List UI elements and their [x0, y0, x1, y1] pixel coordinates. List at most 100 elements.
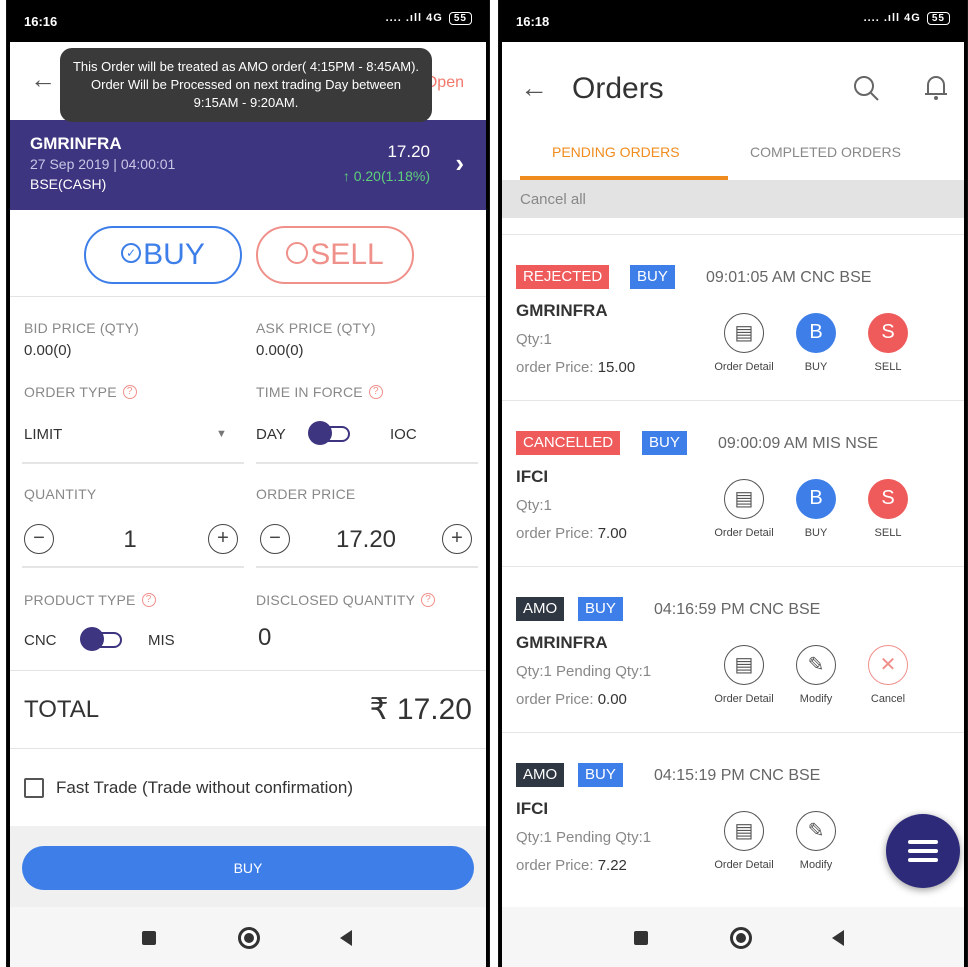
back-arrow-icon[interactable]: ←	[30, 64, 56, 95]
cancel-all-button[interactable]: Cancel all	[502, 180, 964, 218]
check-circle-icon: ✓	[121, 243, 142, 264]
buy-toggle[interactable]: ✓ BUY	[84, 226, 242, 284]
order-product: CNC	[749, 767, 784, 784]
order-side-badge: BUY	[630, 265, 675, 289]
price-plus-button[interactable]: +	[442, 524, 472, 554]
back-icon[interactable]	[832, 930, 844, 946]
buy-action-button[interactable]: B	[796, 479, 836, 519]
dropdown-arrow-icon[interactable]: ▼	[216, 428, 227, 440]
order-detail-icon[interactable]: ▤	[724, 811, 764, 851]
order-detail-icon[interactable]: ▤	[724, 645, 764, 685]
back-icon[interactable]	[340, 930, 352, 946]
fast-trade-checkbox[interactable]	[24, 778, 44, 798]
tif-label: TIME IN FORCE?	[256, 384, 383, 400]
order-action-label: BUY	[804, 527, 828, 539]
amo-toast: This Order will be treated as AMO order(…	[60, 48, 432, 122]
buy-action-button[interactable]: B	[796, 313, 836, 353]
order-price-value: 15.00	[597, 359, 636, 376]
order-product: MIS	[812, 435, 841, 452]
quantity-plus-button[interactable]: +	[208, 524, 238, 554]
fast-trade-label: Fast Trade (Trade without confirmation)	[56, 778, 353, 797]
quantity-value[interactable]: 1	[70, 526, 190, 554]
stock-exchange: BSE(CASH)	[30, 176, 107, 192]
order-price-label: ORDER PRICE	[256, 486, 356, 502]
order-meta: 04:16:59 PM CNC BSE	[654, 601, 820, 619]
sell-toggle[interactable]: SELL	[256, 226, 414, 284]
recents-icon[interactable]	[634, 931, 648, 945]
help-icon[interactable]: ?	[122, 385, 137, 400]
home-icon[interactable]	[730, 927, 752, 949]
order-card[interactable]: AMO BUY 04:16:59 PM CNC BSE GMRINFRA Qty:1 P…	[502, 566, 964, 728]
order-price-value[interactable]: 17.20	[306, 526, 426, 554]
help-icon[interactable]: ?	[421, 593, 436, 608]
field-underline	[22, 462, 244, 464]
stock-price: 17.20	[387, 142, 430, 161]
order-qty: Qty:1	[516, 331, 552, 348]
field-underline	[256, 566, 478, 568]
order-time: 04:16:59 PM	[654, 601, 745, 618]
disclosed-quantity-input[interactable]: 0	[258, 624, 271, 652]
total-value: ₹ 17.20	[369, 693, 473, 726]
order-qty: Qty:1 Pending Qty:1	[516, 663, 652, 680]
order-time: 04:15:19 PM	[654, 767, 745, 784]
price-minus-button[interactable]: −	[260, 524, 290, 554]
pencil-icon[interactable]: ✎	[796, 811, 836, 851]
pencil-icon[interactable]: ✎	[796, 645, 836, 685]
order-type-select[interactable]: LIMIT	[24, 426, 62, 443]
search-icon[interactable]	[852, 74, 880, 102]
order-action-label: Order Detail	[714, 859, 774, 871]
recents-icon[interactable]	[142, 931, 156, 945]
chevron-right-icon[interactable]: ›	[455, 148, 464, 179]
order-card[interactable]: REJECTED BUY 09:01:05 AM CNC BSE GMRINFRA Qt…	[502, 234, 964, 396]
order-exchange: BSE	[788, 767, 821, 784]
order-card[interactable]: CANCELLED BUY 09:00:09 AM MIS NSE IFCI Qty:1…	[502, 400, 964, 562]
order-symbol: GMRINFRA	[516, 301, 608, 320]
order-meta: 09:01:05 AM CNC BSE	[706, 269, 871, 287]
home-icon[interactable]	[238, 927, 260, 949]
field-underline	[22, 566, 244, 568]
submit-buy-button[interactable]: BUY	[22, 846, 474, 890]
tab-completed-orders[interactable]: COMPLETED ORDERS	[750, 144, 901, 160]
quantity-minus-button[interactable]: −	[24, 524, 54, 554]
battery-icon: 55	[448, 12, 472, 25]
tif-switch[interactable]	[308, 421, 350, 445]
sell-action-button[interactable]: S	[868, 479, 908, 519]
ask-price-value: 0.00(0)	[256, 342, 304, 359]
order-action-label: Order Detail	[714, 693, 774, 705]
orders-phone: 16:18 .... .ıll 4G 55 ← Orders PENDING O…	[498, 0, 968, 967]
tab-pending-orders[interactable]: PENDING ORDERS	[552, 144, 680, 160]
menu-fab-button[interactable]	[886, 814, 960, 888]
order-symbol: IFCI	[516, 799, 549, 818]
help-icon[interactable]: ?	[368, 385, 383, 400]
close-icon[interactable]: ✕	[868, 645, 908, 685]
order-side-badge: BUY	[642, 431, 687, 455]
order-action-label: Modify	[799, 859, 833, 871]
order-exchange: BSE	[788, 601, 821, 618]
sell-action-button[interactable]: S	[868, 313, 908, 353]
order-price: order Price: 7.00	[516, 525, 627, 542]
switch-knob	[308, 421, 332, 445]
status-bar: 16:18 .... .ıll 4G 55	[502, 0, 964, 42]
order-product: CNC	[800, 269, 835, 286]
order-product: CNC	[749, 601, 784, 618]
back-arrow-icon[interactable]: ←	[520, 72, 548, 104]
order-status-badge: CANCELLED	[516, 431, 621, 455]
product-switch[interactable]	[80, 627, 122, 651]
order-action-label: Modify	[799, 693, 833, 705]
order-detail-icon[interactable]: ▤	[724, 313, 764, 353]
stock-bar[interactable]: GMRINFRA 27 Sep 2019 | 04:00:01 BSE(CASH…	[10, 120, 486, 210]
order-side-badge: BUY	[578, 597, 623, 621]
order-type-label: ORDER TYPE?	[24, 384, 137, 400]
bell-icon[interactable]	[922, 72, 950, 102]
page-title: Orders	[572, 72, 664, 105]
order-price-value: 7.00	[597, 525, 627, 542]
status-bar: 16:16 .... .ıll 4G 55	[10, 0, 486, 42]
product-cnc-label: CNC	[24, 632, 57, 649]
help-icon[interactable]: ?	[141, 593, 156, 608]
order-meta: 04:15:19 PM CNC BSE	[654, 767, 820, 785]
android-nav-bar	[502, 907, 964, 967]
field-underline	[256, 462, 478, 464]
tif-day-label: DAY	[256, 426, 286, 443]
order-detail-icon[interactable]: ▤	[724, 479, 764, 519]
order-qty: Qty:1 Pending Qty:1	[516, 829, 652, 846]
